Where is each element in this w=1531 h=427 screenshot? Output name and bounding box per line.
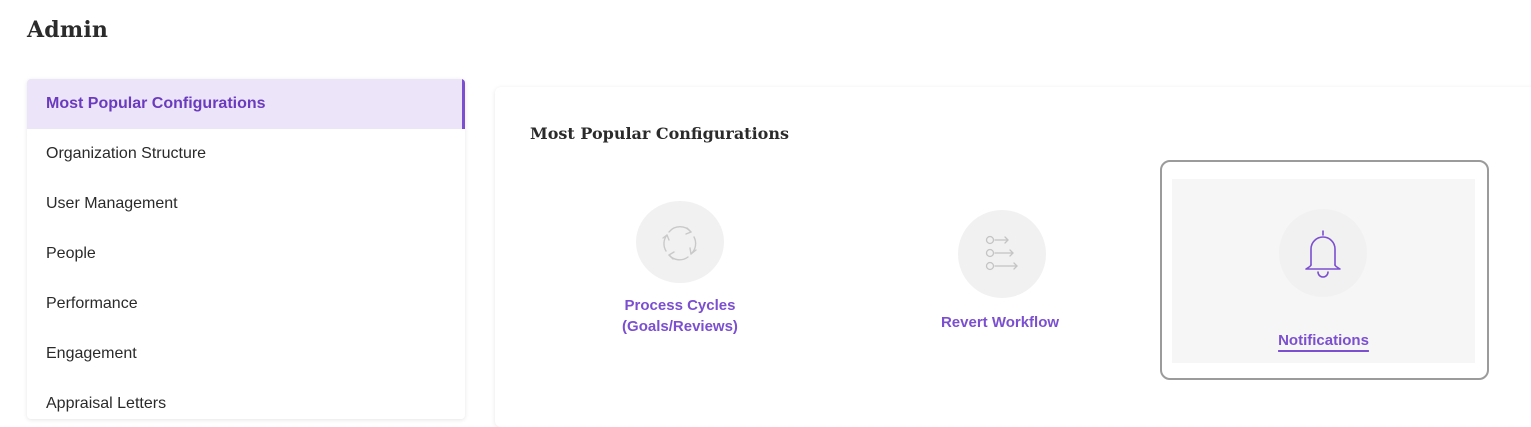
main-panel: Most Popular Configurations Process Cycl… [495,87,1531,427]
sidebar-item-label: Organization Structure [46,145,207,162]
sidebar-item-engagement[interactable]: Engagement [27,329,465,379]
revert-workflow-label: Revert Workflow [940,314,1060,331]
cycle-arrows-icon [662,226,697,261]
notifications-card[interactable]: Notifications [1160,160,1489,380]
process-cycles-card[interactable]: Process Cycles (Goals/Reviews) [565,197,795,347]
revert-workflow-icon-circle [958,210,1046,298]
notifications-label: Notifications [1172,309,1475,351]
sidebar-item-label: Appraisal Letters [46,395,167,412]
sidebar-item-appraisal-letters[interactable]: Appraisal Letters [27,379,465,419]
sidebar-item-label: User Management [46,195,178,212]
notifications-icon-circle [1279,209,1367,297]
notifications-card-inner: Notifications [1172,179,1475,363]
sidebar-item-label: Most Popular Configurations [46,95,266,112]
revert-workflow-card[interactable]: Revert Workflow [885,197,1115,347]
page-title: Admin [27,17,109,43]
sidebar-item-label: Engagement [46,345,137,362]
bell-icon [1305,230,1341,278]
sidebar: Most Popular Configurations Organization… [27,79,465,419]
sidebar-item-organization-structure[interactable]: Organization Structure [27,129,465,179]
notifications-label-text[interactable]: Notifications [1278,332,1369,349]
process-cycles-label: Process Cycles (Goals/Reviews) [622,297,738,335]
sidebar-item-user-management[interactable]: User Management [27,179,465,229]
revert-workflow-icon [985,235,1018,271]
sidebar-item-most-popular-configurations[interactable]: Most Popular Configurations [27,79,465,129]
section-title: Most Popular Configurations [530,124,789,143]
sidebar-item-label: People [46,245,96,262]
process-cycles-icon-circle [636,201,724,283]
sidebar-item-people[interactable]: People [27,229,465,279]
sidebar-item-label: Performance [46,295,138,312]
sidebar-item-performance[interactable]: Performance [27,279,465,329]
